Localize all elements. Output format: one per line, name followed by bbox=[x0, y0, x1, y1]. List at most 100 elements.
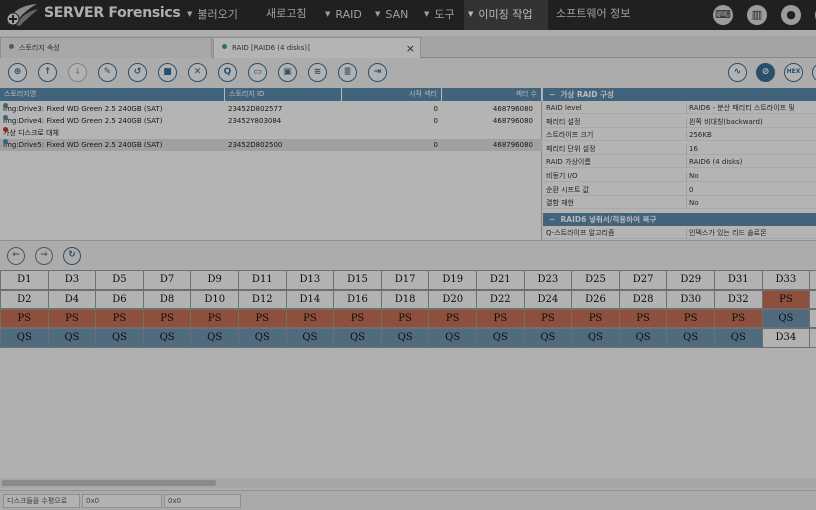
stripe-cell[interactable]: D4 bbox=[47, 290, 97, 309]
stripe-cell[interactable]: QS bbox=[761, 309, 811, 328]
stripe-cell[interactable]: D12 bbox=[238, 290, 287, 309]
stripe-cell[interactable]: QS bbox=[333, 328, 382, 348]
stripe-cell[interactable]: D15 bbox=[333, 270, 382, 290]
tab-1[interactable]: RAID [RAID6 (4 disks)] × bbox=[213, 37, 421, 59]
folder-icon[interactable]: ▭ bbox=[248, 63, 267, 82]
save-icon[interactable]: ▣ bbox=[278, 63, 297, 82]
stripe-cell[interactable] bbox=[809, 309, 816, 328]
stripe-cell[interactable]: D20 bbox=[428, 290, 477, 309]
stripe-cell[interactable]: D34 bbox=[761, 328, 811, 348]
stripe-cell[interactable]: D8 bbox=[142, 290, 192, 309]
waveform-icon[interactable]: ∿ bbox=[728, 63, 747, 82]
stripe-cell[interactable]: QS bbox=[142, 328, 192, 348]
stripe-cell[interactable]: D1 bbox=[0, 270, 49, 290]
property-row[interactable]: 스트라이프 크기 256KB bbox=[543, 130, 816, 142]
stripe-cell[interactable]: QS bbox=[571, 328, 620, 348]
forward-icon[interactable]: → bbox=[35, 247, 53, 265]
stripe-cell[interactable]: D28 bbox=[618, 290, 668, 309]
property-row[interactable]: Q-스트라이프 알고리즘 인덱스가 있는 리드 솔로몬 bbox=[543, 228, 816, 239]
section-raid6-recovery[interactable]: − RAID6 넣춰서/적용하여 복구 bbox=[543, 213, 816, 226]
stripe-cell[interactable]: QS bbox=[95, 328, 144, 348]
stripe-cell[interactable]: QS bbox=[618, 328, 668, 348]
close-icon[interactable]: × bbox=[406, 38, 415, 59]
stripe-cell[interactable]: PS bbox=[523, 309, 573, 328]
scrollbar-thumb[interactable] bbox=[2, 480, 216, 486]
stripe-cell[interactable]: QS bbox=[190, 328, 239, 348]
stripe-cell[interactable]: D9 bbox=[190, 270, 239, 290]
stripe-cell[interactable]: D17 bbox=[380, 270, 430, 290]
stripe-cell[interactable]: D3 bbox=[47, 270, 97, 290]
stripe-cell[interactable]: D21 bbox=[476, 270, 525, 290]
property-row[interactable]: 비동기 I/O No bbox=[543, 171, 816, 182]
stripe-cell[interactable]: PS bbox=[0, 309, 49, 328]
arrow-down-icon[interactable]: ↓ bbox=[68, 63, 87, 82]
query-icon[interactable]: Q bbox=[218, 63, 237, 82]
stripe-cell[interactable]: D30 bbox=[666, 290, 715, 309]
tab-0[interactable]: 스토리지 속성 bbox=[0, 37, 212, 58]
stripe-cell[interactable]: QS bbox=[238, 328, 287, 348]
stripe-cell[interactable]: PS bbox=[571, 309, 620, 328]
table-row[interactable]: Img:Drive3: Fixed WD Green 2.5 240GB (SA… bbox=[0, 103, 542, 115]
stripe-cell[interactable]: QS bbox=[285, 328, 335, 348]
stripe-cell[interactable]: D32 bbox=[714, 290, 763, 309]
property-row[interactable]: 패리티 설정 왼쪽 비대칭(backward) bbox=[543, 116, 816, 128]
keyboard-icon[interactable]: ⌨ bbox=[713, 5, 733, 25]
stripe-cell[interactable]: D19 bbox=[428, 270, 477, 290]
stripe-cell[interactable]: QS bbox=[0, 328, 49, 348]
stripe-cell[interactable]: D31 bbox=[714, 270, 763, 290]
menu-item-1[interactable]: 새로고침 bbox=[262, 0, 314, 30]
menu-item-2[interactable]: ▼ RAID bbox=[321, 0, 365, 30]
stripe-cell[interactable]: PS bbox=[666, 309, 715, 328]
stripe-cell[interactable]: D29 bbox=[666, 270, 715, 290]
stack-icon[interactable]: ≣ bbox=[338, 63, 357, 82]
stripe-cell[interactable]: QS bbox=[714, 328, 763, 348]
stripe-cell[interactable] bbox=[809, 290, 816, 309]
stripe-cell[interactable]: QS bbox=[380, 328, 430, 348]
stripe-cell[interactable]: QS bbox=[523, 328, 573, 348]
menu-item-0[interactable]: ▼ 불러오기 bbox=[183, 0, 253, 30]
edit-icon[interactable]: ✎ bbox=[98, 63, 117, 82]
stripe-cell[interactable]: D26 bbox=[571, 290, 620, 309]
stripe-cell[interactable]: D24 bbox=[523, 290, 573, 309]
export-icon[interactable]: ⇥ bbox=[368, 63, 387, 82]
stripe-cell[interactable]: PS bbox=[618, 309, 668, 328]
table-row[interactable]: Img:Drive5: Fixed WD Green 2.5 240GB (SA… bbox=[0, 139, 542, 151]
stripe-cell[interactable]: D18 bbox=[380, 290, 430, 309]
raid-icon[interactable]: ⊕ bbox=[8, 63, 27, 82]
property-row[interactable]: 패리티 단위 설정 16 bbox=[543, 143, 816, 155]
user-icon[interactable]: ● bbox=[781, 5, 801, 25]
stripe-cell[interactable]: PS bbox=[428, 309, 477, 328]
property-row[interactable]: 순환 시프트 값 0 bbox=[543, 184, 816, 196]
stripe-cell[interactable]: D16 bbox=[333, 290, 382, 309]
column-header-0[interactable]: 스토리지명 bbox=[0, 88, 225, 101]
menu-item-3[interactable]: ▼ SAN bbox=[371, 0, 415, 30]
column-header-3[interactable]: 섹터 수 bbox=[442, 88, 542, 101]
stripe-cell[interactable]: PS bbox=[714, 309, 763, 328]
stripe-cell[interactable]: D23 bbox=[523, 270, 573, 290]
stripe-cell[interactable]: QS bbox=[47, 328, 97, 348]
stop-icon[interactable]: ■ bbox=[158, 63, 177, 82]
stripe-cell[interactable]: D2 bbox=[0, 290, 49, 309]
stripe-cell[interactable]: D25 bbox=[571, 270, 620, 290]
stripe-cell[interactable]: PS bbox=[333, 309, 382, 328]
layers-icon[interactable]: ≋ bbox=[308, 63, 327, 82]
stripe-cell[interactable]: PS bbox=[761, 290, 811, 309]
menu-item-6[interactable]: 소프트웨어 정보 bbox=[552, 0, 652, 30]
no-entry-icon[interactable]: ⊘ bbox=[756, 63, 775, 82]
stripe-cell[interactable]: PS bbox=[380, 309, 430, 328]
stripe-cell[interactable]: QS bbox=[476, 328, 525, 348]
stripe-cell[interactable]: PS bbox=[47, 309, 97, 328]
column-header-2[interactable]: 시작 섹터 bbox=[342, 88, 442, 101]
stripe-cell[interactable]: PS bbox=[95, 309, 144, 328]
horizontal-scrollbar[interactable] bbox=[0, 478, 816, 488]
stripe-cell[interactable] bbox=[809, 328, 816, 348]
stripe-cell[interactable] bbox=[809, 270, 816, 290]
stripe-cell[interactable]: QS bbox=[428, 328, 477, 348]
expand-icon[interactable]: ⤢ bbox=[812, 63, 816, 82]
refresh-icon[interactable]: ↻ bbox=[63, 247, 81, 265]
table-row[interactable]: 가상 디스크로 대체 bbox=[0, 127, 542, 139]
property-row[interactable]: 결함 재현 No bbox=[543, 198, 816, 210]
stripe-cell[interactable]: D7 bbox=[142, 270, 192, 290]
arrow-up-icon[interactable]: ↑ bbox=[38, 63, 57, 82]
menu-item-4[interactable]: ▼ 도구 bbox=[420, 0, 460, 30]
